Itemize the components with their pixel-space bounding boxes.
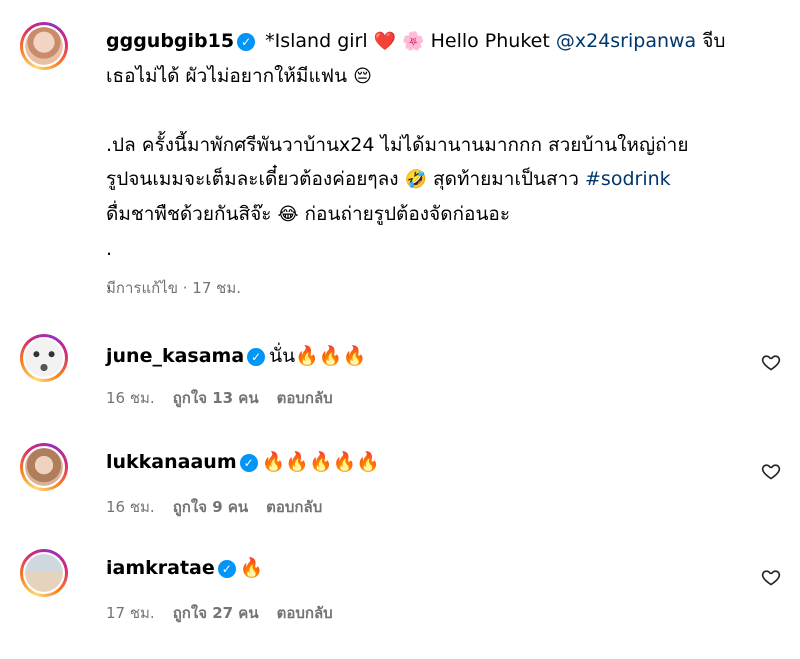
heart-outline-icon[interactable] [761, 352, 781, 372]
rofl-emoji: 🤣 [404, 169, 427, 190]
commenter-username[interactable]: june_kasama [106, 345, 244, 367]
comment-text-row: june_kasama ✓ นั่น🔥🔥🔥 [106, 341, 366, 371]
caption-text: .ปล ครั้งนี้มาพักศรีพันวาบ้านx24 ไม่ได้ม… [106, 134, 689, 156]
commenter-username[interactable]: iamkratae [106, 557, 215, 579]
comment-meta: 17 ชม. ถูกใจ 27 คน ตอบกลับ [106, 601, 351, 625]
heart-outline-icon[interactable] [761, 567, 781, 587]
caption-line-4: .ปล ครั้งนี้มาพักศรีพันวาบ้านx24 ไม่ได้ม… [106, 128, 766, 162]
reply-button[interactable]: ตอบกลับ [277, 604, 333, 622]
caption-text: . [106, 238, 113, 260]
reply-button[interactable]: ตอบกลับ [266, 498, 322, 516]
caption-text: รูปจนเมมจะเต็มละเดี๋ยวต้องค่อยๆลง [106, 168, 405, 190]
comment-likes[interactable]: ถูกใจ 9 คน [173, 498, 248, 516]
heart-emoji: ❤️ [373, 31, 397, 52]
edited-timestamp: มีการแก้ไข · 17 ชม. [106, 279, 241, 297]
comment-likes[interactable]: ถูกใจ 13 คน [173, 389, 259, 407]
flower-emoji: 🌸 [402, 31, 425, 52]
commenter-username[interactable]: lukkanaaum [106, 451, 237, 473]
caption-text: เธอไม่ได้ ผัวไม่อยากให้มีแฟน [106, 65, 354, 87]
caption-text: ก่อนถ่ายรูปต้องจัดก่อนอะ [298, 203, 511, 225]
post-caption: gggubgib15 ✓ *Island girl ❤️ 🌸 Hello Phuk… [106, 24, 766, 300]
fire-emoji: 🔥 [239, 557, 264, 579]
comment-meta: 16 ชม. ถูกใจ 13 คน ตอบกลับ [106, 386, 351, 410]
verified-badge-icon: ✓ [239, 454, 258, 472]
comment-time: 17 ชม. [106, 604, 155, 622]
caption-text: *Island girl [259, 30, 374, 52]
caption-line-6: ดื่มชาพืชด้วยกันสิจ๊ะ 😂 ก่อนถ่ายรูปต้องจ… [106, 197, 766, 232]
commenter-avatar[interactable] [20, 549, 68, 597]
comment-time: 16 ชม. [106, 389, 155, 407]
mention-link[interactable]: @x24sripanwa [556, 30, 696, 52]
caption-text: ดื่มชาพืชด้วยกันสิจ๊ะ [106, 203, 278, 225]
joy-emoji: 😂 [277, 204, 299, 225]
commenter-avatar[interactable] [20, 334, 68, 382]
comment-text: นั่น [269, 345, 296, 367]
caption-text: Hello Phuket [424, 30, 556, 52]
comment-meta: 16 ชม. ถูกใจ 9 คน ตอบกลับ [106, 495, 340, 519]
comment-text-row: iamkratae ✓ 🔥 [106, 556, 263, 579]
heart-outline-icon[interactable] [761, 461, 781, 481]
hashtag-link[interactable]: #sodrink [585, 168, 671, 190]
caption-dot-line: . [106, 232, 766, 266]
caption-line-1: gggubgib15 ✓ *Island girl ❤️ 🌸 Hello Phuk… [106, 24, 766, 59]
caption-text: สุดท้ายมาเป็นสาว [426, 168, 585, 190]
fire-emoji: 🔥🔥🔥 [295, 345, 367, 367]
verified-badge-icon: ✓ [247, 348, 266, 366]
verified-badge-icon: ✓ [217, 560, 236, 578]
caption-text: จีบ [696, 30, 726, 52]
fire-emoji: 🔥🔥🔥🔥🔥 [261, 451, 380, 473]
commenter-avatar[interactable] [20, 443, 68, 491]
caption-line-5: รูปจนเมมจะเต็มละเดี๋ยวต้องค่อยๆลง 🤣 สุดท… [106, 162, 766, 197]
caption-line-2: เธอไม่ได้ ผัวไม่อยากให้มีแฟน 😔 [106, 59, 766, 94]
post-author-username[interactable]: gggubgib15 [106, 30, 234, 52]
verified-badge-icon: ✓ [237, 33, 256, 51]
comment-text-row: lukkanaaum ✓ 🔥🔥🔥🔥🔥 [106, 450, 380, 473]
pensive-emoji: 😔 [353, 66, 372, 87]
reply-button[interactable]: ตอบกลับ [277, 389, 333, 407]
post-author-avatar[interactable] [20, 22, 68, 70]
comment-time: 16 ชม. [106, 498, 155, 516]
comment-likes[interactable]: ถูกใจ 27 คน [173, 604, 259, 622]
